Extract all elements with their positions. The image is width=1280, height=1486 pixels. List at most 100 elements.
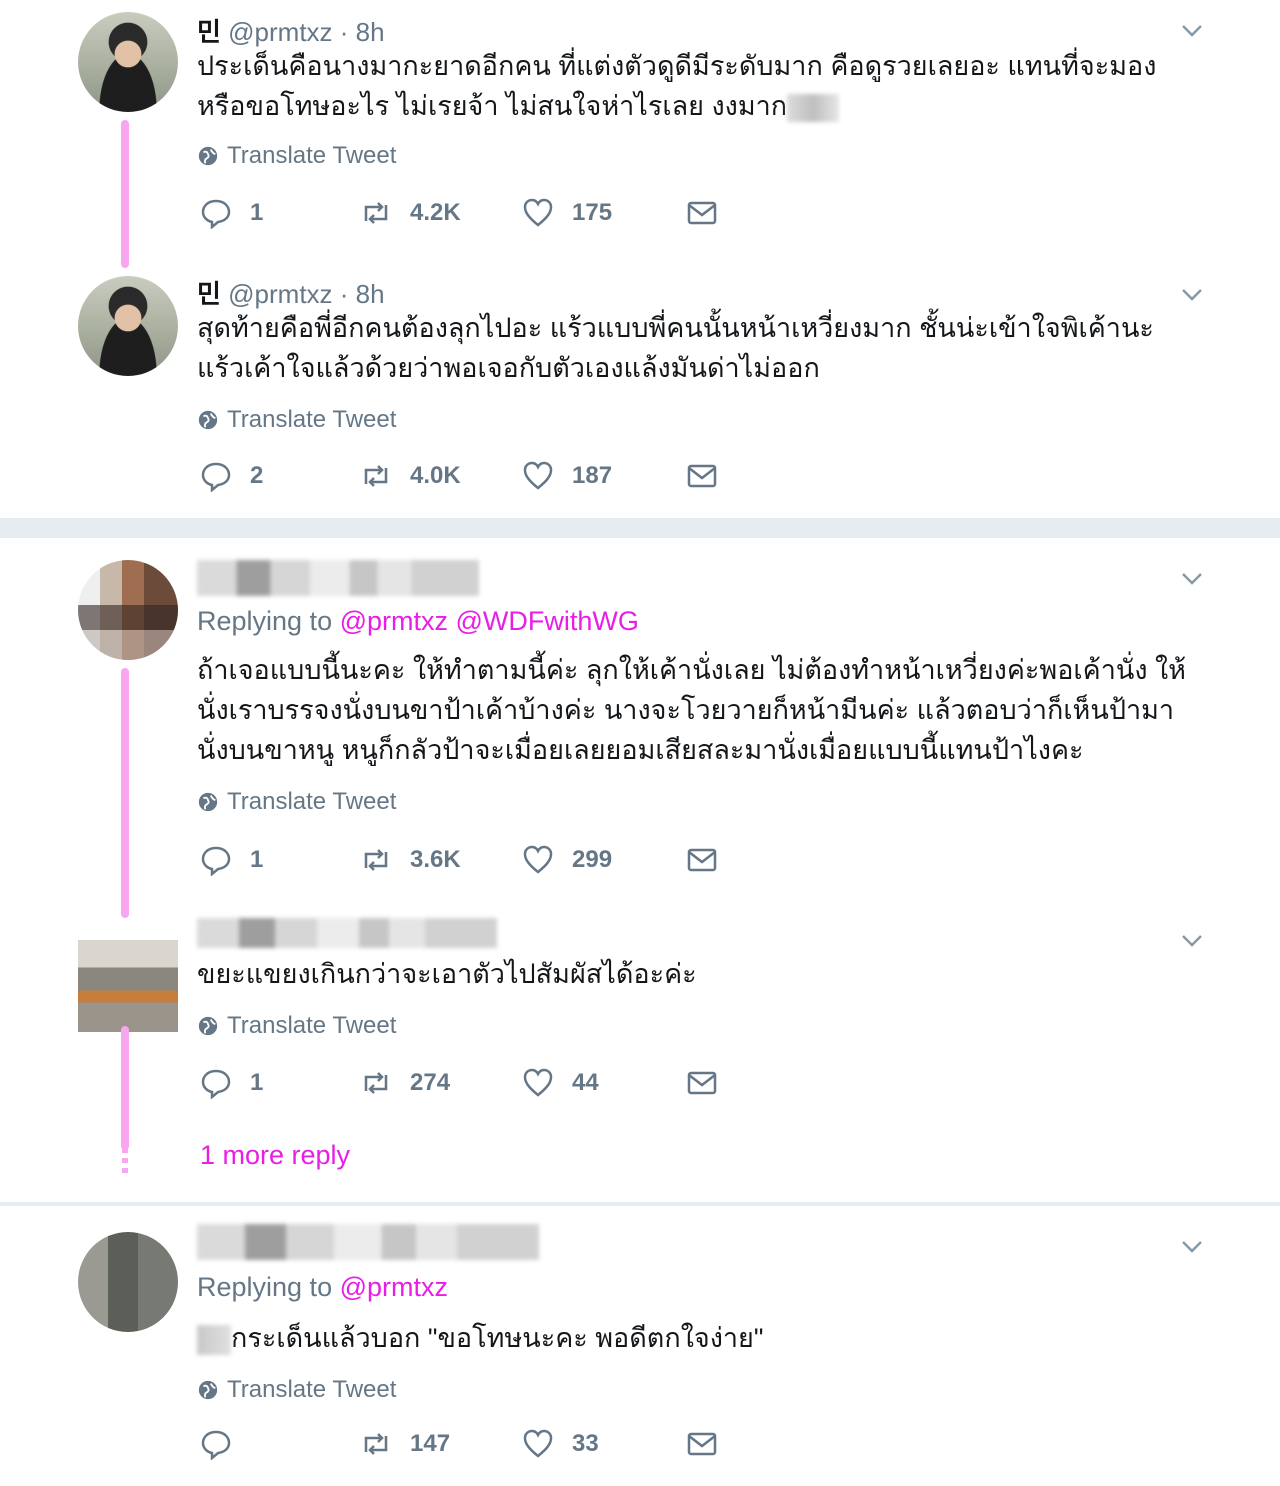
thread-more-dots: [122, 1148, 128, 1178]
tweet-header: 민 @prmtxz · 8h: [197, 12, 385, 49]
heart-icon: [523, 1068, 553, 1097]
tweet-time[interactable]: · 8h: [340, 279, 385, 309]
like-button[interactable]: 187: [522, 460, 612, 492]
retweet-count: 147: [410, 1430, 451, 1457]
tweet-actions: 147 33: [200, 1428, 740, 1468]
blurred-text: [787, 93, 840, 122]
dm-button[interactable]: [686, 1067, 718, 1099]
tweet-3: Replying to @prmtxz @WDFwithWG ถ้าเจอแบบ…: [0, 540, 1280, 918]
reply-count: 1: [250, 846, 264, 873]
reply-button[interactable]: 2: [200, 460, 263, 492]
avatar[interactable]: [78, 12, 178, 112]
reply-button[interactable]: [200, 1428, 250, 1460]
translate-tweet-link[interactable]: Translate Tweet: [197, 142, 396, 170]
reply-icon: [201, 846, 231, 876]
translate-tweet-link[interactable]: Translate Tweet: [197, 1376, 396, 1404]
heart-icon: [523, 461, 553, 490]
tweet-text: ขยะแขยงเกินกว่าจะเอาตัวไปสัมผัสได้อะค่ะ: [197, 959, 697, 989]
reply-icon: [201, 199, 231, 229]
tweet-2: 민 @prmtxz · 8h สุดท้ายคือพี่อีกคนต้องลุก…: [0, 262, 1280, 518]
reply-button[interactable]: 1: [200, 197, 263, 229]
user-name[interactable]: 민: [197, 17, 221, 47]
like-count: 175: [572, 199, 613, 226]
dm-button[interactable]: [686, 844, 718, 876]
envelope-icon: [687, 1432, 717, 1456]
user-handle[interactable]: @prmtxz: [228, 279, 332, 309]
tweet-actions: 2 4.0K 187: [200, 460, 740, 500]
replying-to: Replying to @prmtxz @WDFwithWG: [197, 606, 639, 637]
retweet-icon: [364, 202, 388, 224]
tweet-text: ประเด็นคือนางมากะยาดอีกคน ที่แต่งตัวดูดี…: [197, 51, 1157, 122]
translate-label: Translate Tweet: [227, 1376, 397, 1403]
envelope-icon: [687, 464, 717, 488]
like-count: 44: [572, 1069, 599, 1096]
replying-to-mentions[interactable]: @prmtxz @WDFwithWG: [340, 606, 639, 636]
chevron-down-icon[interactable]: [1180, 928, 1204, 952]
user-name[interactable]: 민: [197, 279, 221, 309]
avatar[interactable]: [78, 276, 178, 376]
globe-icon: [198, 1380, 218, 1400]
chevron-down-icon[interactable]: [1180, 566, 1204, 590]
more-reply-link[interactable]: 1 more reply: [200, 1140, 350, 1171]
blurred-user-name: [197, 1224, 539, 1260]
retweet-button[interactable]: 4.2K: [360, 197, 461, 229]
reply-icon: [201, 462, 231, 492]
chevron-down-icon[interactable]: [1180, 18, 1204, 42]
reply-button[interactable]: 1: [200, 1067, 263, 1099]
retweet-button[interactable]: 274: [360, 1067, 450, 1099]
reply-count: 1: [250, 1069, 264, 1096]
thread-line: [121, 668, 129, 918]
chevron-down-icon[interactable]: [1180, 282, 1204, 306]
tweet-4: ขยะแขยงเกินกว่าจะเอาตัวไปสัมผัสได้อะค่ะ …: [0, 912, 1280, 1202]
retweet-button[interactable]: 3.6K: [360, 844, 461, 876]
reply-button[interactable]: 1: [200, 844, 263, 876]
retweet-count: 274: [410, 1069, 451, 1096]
replying-to-mentions[interactable]: @prmtxz: [340, 1272, 448, 1302]
globe-icon: [198, 146, 218, 166]
like-button[interactable]: 175: [522, 197, 612, 229]
reply-icon: [201, 1069, 231, 1099]
tweet-actions: 1 4.2K 175: [200, 197, 740, 237]
globe-icon: [198, 1016, 218, 1036]
retweet-button[interactable]: 147: [360, 1428, 450, 1460]
like-button[interactable]: 299: [522, 844, 612, 876]
retweet-icon: [364, 1072, 388, 1094]
replying-to: Replying to @prmtxz: [197, 1272, 448, 1303]
tweet-5: Replying to @prmtxz กระเด็นแล้วบอก "ขอโท…: [0, 1206, 1280, 1486]
globe-icon: [198, 792, 218, 812]
blurred-user-name: [197, 918, 497, 948]
avatar[interactable]: [78, 940, 178, 1032]
heart-icon: [523, 1429, 553, 1458]
retweet-icon: [364, 465, 388, 487]
blurred-text: [197, 1324, 231, 1355]
like-count: 299: [572, 846, 613, 873]
chevron-down-icon[interactable]: [1180, 1234, 1204, 1258]
like-count: 33: [572, 1430, 599, 1457]
envelope-icon: [687, 201, 717, 225]
translate-label: Translate Tweet: [227, 142, 397, 169]
dm-button[interactable]: [686, 197, 718, 229]
replying-to-label: Replying to: [197, 1272, 333, 1302]
user-handle[interactable]: @prmtxz: [228, 17, 332, 47]
retweet-button[interactable]: 4.0K: [360, 460, 461, 492]
like-button[interactable]: 44: [522, 1067, 599, 1099]
tweet-text: ถ้าเจอแบบนี้นะคะ ให้ทำตามนี้ค่ะ ลุกให้เค…: [197, 655, 1186, 765]
translate-tweet-link[interactable]: Translate Tweet: [197, 788, 396, 816]
dm-button[interactable]: [686, 1428, 718, 1460]
translate-tweet-link[interactable]: Translate Tweet: [197, 406, 396, 434]
avatar[interactable]: [78, 560, 178, 660]
avatar[interactable]: [78, 1232, 178, 1332]
blurred-user-name: [197, 560, 479, 596]
translate-label: Translate Tweet: [227, 1012, 397, 1039]
retweet-count: 3.6K: [410, 846, 461, 873]
reply-count: 2: [250, 462, 264, 489]
retweet-icon: [364, 1433, 388, 1455]
envelope-icon: [687, 1071, 717, 1095]
tweet-time[interactable]: · 8h: [340, 17, 385, 47]
tweet-header: 민 @prmtxz · 8h: [197, 274, 385, 311]
like-button[interactable]: 33: [522, 1428, 599, 1460]
envelope-icon: [687, 848, 717, 872]
tweet-text: กระเด็นแล้วบอก "ขอโทษนะคะ พอดีตกใจง่าย": [197, 1318, 1197, 1358]
translate-tweet-link[interactable]: Translate Tweet: [197, 1012, 396, 1040]
dm-button[interactable]: [686, 460, 718, 492]
